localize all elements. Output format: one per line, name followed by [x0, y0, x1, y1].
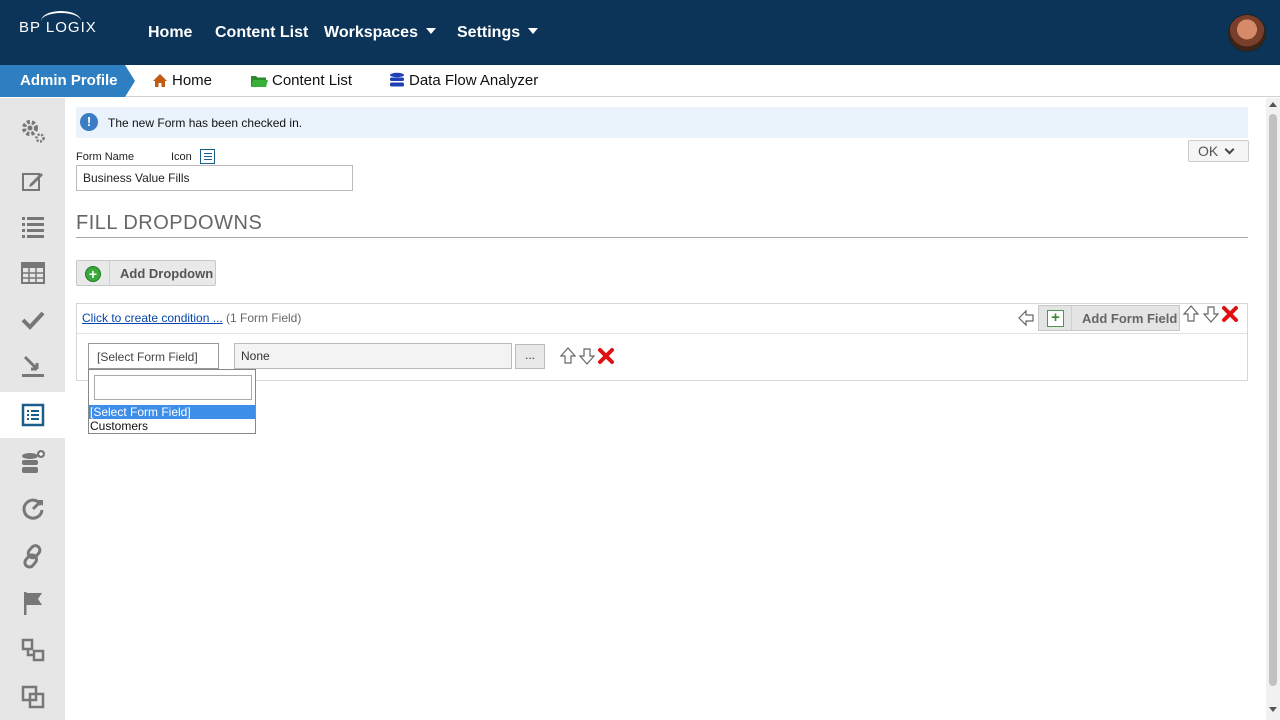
top-navbar: BP LOGIX Home Content List Workspaces Se…	[0, 0, 1280, 65]
info-icon: !	[80, 113, 98, 131]
alert-message: The new Form has been checked in.	[108, 116, 303, 130]
nav-workspaces[interactable]: Workspaces	[324, 24, 436, 42]
breadcrumb-data-flow-analyzer[interactable]: Data Flow Analyzer	[389, 65, 538, 97]
arrow-left-icon[interactable]	[1017, 309, 1035, 327]
form-field-select[interactable]: [Select Form Field]	[88, 343, 219, 369]
dropdown-option[interactable]: Customers	[89, 419, 255, 433]
checkmark-icon	[21, 311, 44, 330]
fill-source-input[interactable]: None	[234, 343, 512, 369]
breadcrumb-content-list[interactable]: Content List	[250, 65, 352, 97]
home-icon	[152, 68, 168, 100]
bplogix-logo[interactable]: BP LOGIX	[19, 11, 97, 36]
sidebar-item-copy[interactable]	[0, 674, 65, 720]
sidebar-item-milestones[interactable]	[0, 580, 65, 626]
form-icon	[21, 403, 44, 427]
ok-button[interactable]: OK	[1188, 140, 1249, 162]
sidebar-item-hierarchy[interactable]	[0, 627, 65, 673]
import-icon	[21, 355, 44, 377]
move-down-icon[interactable]	[578, 347, 596, 365]
copy-icon	[21, 685, 44, 709]
browse-button[interactable]: ...	[515, 344, 545, 369]
flag-icon	[23, 592, 42, 615]
delete-icon[interactable]	[1221, 305, 1239, 323]
user-avatar[interactable]	[1228, 14, 1266, 52]
add-square-icon: +	[1047, 310, 1064, 327]
scrollbar-thumb[interactable]	[1269, 114, 1277, 686]
link-icon	[22, 544, 41, 569]
add-dropdown-button[interactable]: + Add Dropdown	[76, 260, 216, 286]
chevron-down-icon	[425, 28, 436, 34]
icon-label: Icon	[171, 151, 192, 163]
edit-icon	[21, 173, 43, 191]
sidebar-item-links[interactable]	[0, 533, 65, 579]
nav-settings[interactable]: Settings	[457, 24, 539, 42]
form-field-dropdown-list: [Select Form Field] Customers	[88, 369, 256, 434]
sidebar-item-dashboard[interactable]	[0, 486, 65, 532]
move-down-icon[interactable]	[1202, 305, 1220, 323]
gears-icon	[21, 120, 45, 143]
database-icon	[389, 68, 405, 100]
chevron-down-icon	[528, 28, 539, 34]
sidebar-item-list[interactable]	[0, 203, 65, 249]
sidebar-item-table[interactable]	[0, 250, 65, 296]
sidebar-item-edit[interactable]	[0, 158, 65, 204]
move-up-icon[interactable]	[559, 347, 577, 365]
form-name-label: Form Name	[76, 151, 135, 163]
dropdown-search-input[interactable]	[94, 375, 252, 400]
chevron-down-icon	[1224, 144, 1235, 155]
form-icon-picker[interactable]	[200, 149, 215, 164]
left-sidebar	[0, 98, 65, 720]
sidebar-item-import[interactable]	[0, 344, 65, 390]
list-icon	[21, 217, 44, 238]
add-circle-icon: +	[85, 266, 101, 282]
table-icon	[20, 262, 45, 284]
dropdown-option[interactable]: [Select Form Field]	[89, 405, 255, 419]
form-name-input[interactable]: Business Value Fills	[76, 165, 353, 191]
create-condition-link[interactable]: Click to create condition ...	[82, 311, 223, 325]
nav-content-list[interactable]: Content List	[215, 24, 308, 42]
move-up-icon[interactable]	[1182, 305, 1200, 323]
breadcrumb-home[interactable]: Home	[152, 65, 212, 97]
section-title: FILL DROPDOWNS	[76, 212, 263, 234]
section-divider	[76, 237, 1248, 238]
hierarchy-icon	[21, 638, 44, 662]
sidebar-item-settings[interactable]	[0, 108, 65, 154]
info-alert: ! The new Form has been checked in.	[76, 107, 1248, 138]
delete-icon[interactable]	[597, 347, 615, 365]
vertical-scrollbar[interactable]	[1266, 98, 1280, 720]
sidebar-item-tasks[interactable]	[0, 297, 65, 343]
add-form-field-button[interactable]: + Add Form Field	[1038, 305, 1180, 331]
form-field-count: (1 Form Field)	[226, 311, 302, 325]
sidebar-item-forms[interactable]	[0, 392, 65, 438]
database-add-icon	[21, 450, 45, 473]
sidebar-item-data-sources[interactable]	[0, 439, 65, 485]
breadcrumb: Admin Profile Home Content List Data Flo…	[0, 65, 1280, 97]
dashboard-icon	[22, 498, 43, 520]
scroll-up-arrow[interactable]	[1269, 102, 1277, 107]
nav-home[interactable]: Home	[148, 24, 192, 42]
scroll-down-arrow[interactable]	[1269, 707, 1277, 712]
folder-icon	[250, 68, 268, 100]
admin-profile-tab[interactable]: Admin Profile	[0, 65, 135, 97]
